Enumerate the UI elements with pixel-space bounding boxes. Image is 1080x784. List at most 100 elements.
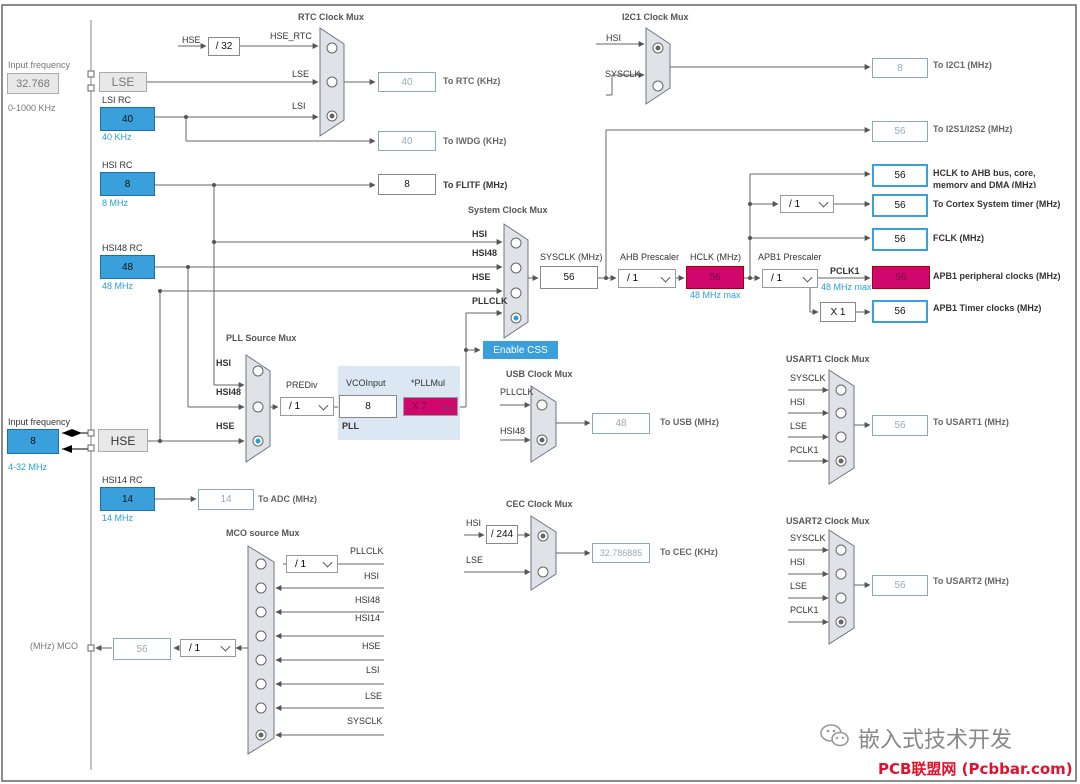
hse-frequency-input[interactable]: 8 bbox=[7, 429, 59, 454]
pllmul-dropdown[interactable]: X 7 bbox=[403, 397, 458, 416]
hsi48-rc-label: HSI48 RC bbox=[102, 243, 143, 253]
pclk1-max-label: 48 MHz max bbox=[821, 282, 872, 292]
usb-output-label: To USB (MHz) bbox=[660, 417, 719, 427]
prediv-dropdown[interactable]: / 1 bbox=[280, 397, 334, 416]
hsi-unit-label: 8 MHz bbox=[102, 198, 129, 208]
hse-range-label: 4-32 MHz bbox=[8, 462, 48, 472]
lsi-rc-label: LSI RC bbox=[102, 95, 132, 105]
mco-out-div-dropdown[interactable]: / 1 bbox=[180, 639, 236, 657]
apb1-periph-value-box[interactable]: 56 bbox=[872, 266, 930, 289]
lsi-unit-label: 40 KHz bbox=[102, 132, 132, 142]
hclk-ahb-label-line2: memory and DMA (MHz) bbox=[933, 180, 1037, 188]
lsi-value-box[interactable]: 40 bbox=[100, 107, 155, 131]
mco-hsi-label: HSI bbox=[364, 571, 380, 581]
lse-frequency-input[interactable]: 32.768 bbox=[7, 73, 59, 94]
enable-css-button[interactable]: Enable CSS bbox=[483, 341, 558, 359]
usart2-hsi-label: HSI bbox=[790, 557, 806, 567]
mco-sysclk-label: SYSCLK bbox=[347, 716, 383, 726]
rtc-hse-rtc-label: HSE_RTC bbox=[270, 31, 312, 41]
usart1-mux-title: USART1 Clock Mux bbox=[786, 354, 870, 364]
cec-div244-box: / 244 bbox=[486, 525, 518, 544]
fclk-label: FCLK (MHz) bbox=[933, 233, 984, 243]
site-watermark-text: PCB联盟网 (Pcbbar.com) bbox=[878, 760, 1073, 778]
cec-lse-label: LSE bbox=[466, 555, 484, 565]
cortex-div-value: / 1 bbox=[789, 198, 801, 210]
i2s-output-value: 56 bbox=[872, 121, 928, 142]
cortex-timer-value-box[interactable]: 56 bbox=[872, 194, 928, 217]
usart1-hsi-label: HSI bbox=[790, 397, 806, 407]
hclk-max-label: 48 MHz max bbox=[690, 290, 741, 300]
usart1-output-label: To USART1 (MHz) bbox=[933, 417, 1009, 427]
ahb-prescaler-label: AHB Prescaler bbox=[620, 252, 680, 262]
pclk1-label: PCLK1 bbox=[830, 266, 860, 276]
sysmux-pllclk-label: PLLCLK bbox=[472, 296, 508, 306]
sysmux-hse-label: HSE bbox=[472, 272, 491, 282]
sysmux-hsi-label: HSI bbox=[472, 229, 488, 239]
hsi48-value-box[interactable]: 48 bbox=[100, 255, 155, 279]
rtc-lsi-label: LSI bbox=[292, 101, 306, 111]
mco-lse-label: LSE bbox=[365, 691, 383, 701]
apb1-prescaler-label: APB1 Prescaler bbox=[758, 252, 822, 262]
hse-input-frequency-label: Input frequency bbox=[8, 417, 71, 427]
flitf-output-value: 8 bbox=[378, 174, 436, 195]
hclk-label: HCLK (MHz) bbox=[690, 252, 741, 262]
usart2-sysclk-label: SYSCLK bbox=[790, 533, 826, 543]
rtc-hse-div32-box: / 32 bbox=[208, 37, 240, 56]
chevron-down-icon bbox=[802, 272, 813, 283]
lse-input-frequency-label: Input frequency bbox=[8, 60, 71, 70]
rtc-hse-input-label: HSE bbox=[182, 35, 201, 45]
hclk-ahb-label-line1: HCLK to AHB bus, core, bbox=[933, 168, 1036, 178]
mco-mux bbox=[247, 545, 275, 755]
hsi14-value-box[interactable]: 14 bbox=[100, 487, 155, 511]
hclk-value-box[interactable]: 56 bbox=[686, 266, 744, 289]
ahb-prescaler-dropdown[interactable]: / 1 bbox=[618, 269, 676, 288]
prediv-value: / 1 bbox=[289, 401, 301, 412]
ahb-prescaler-value: / 1 bbox=[627, 273, 639, 284]
fclk-value-box[interactable]: 56 bbox=[872, 228, 928, 251]
mco-hsi48-label: HSI48 bbox=[355, 595, 381, 605]
pllmul-value: X 7 bbox=[412, 401, 428, 412]
apb1-prescaler-dropdown[interactable]: / 1 bbox=[762, 269, 818, 288]
sysclk-value-box[interactable]: 56 bbox=[540, 266, 598, 289]
pll-hsi-label: HSI bbox=[216, 358, 232, 368]
cec-output-label: To CEC (KHz) bbox=[660, 547, 718, 557]
hsi-value-box[interactable]: 8 bbox=[100, 172, 155, 196]
pll-hsi48-label: HSI48 bbox=[216, 387, 242, 397]
i2c1-mux bbox=[645, 27, 671, 105]
clock-tree-diagram bbox=[1, 4, 1077, 782]
cec-hsi-label: HSI bbox=[466, 518, 482, 528]
hclk-ahb-value-box[interactable]: 56 bbox=[872, 164, 928, 187]
lse-range-label: 0-1000 KHz bbox=[8, 103, 56, 113]
mco-out-div-value: / 1 bbox=[189, 642, 201, 654]
usb-hsi48-label: HSI48 bbox=[500, 426, 526, 436]
mco-mux-title: MCO source Mux bbox=[226, 528, 300, 538]
usart1-sysclk-label: SYSCLK bbox=[790, 373, 826, 383]
apb1-prescaler-value: / 1 bbox=[771, 273, 783, 284]
cortex-div-dropdown[interactable]: / 1 bbox=[780, 195, 834, 213]
lse-source-box: LSE bbox=[99, 72, 147, 92]
i2c1-output-label: To I2C1 (MHz) bbox=[933, 60, 992, 70]
vco-input-value[interactable]: 8 bbox=[339, 395, 397, 418]
chevron-down-icon bbox=[220, 641, 231, 652]
sysclk-label: SYSCLK (MHz) bbox=[540, 252, 603, 262]
adc-output-label: To ADC (MHz) bbox=[258, 494, 317, 504]
mco-hsi14-label: HSI14 bbox=[355, 613, 381, 623]
mco-pll-div-dropdown[interactable]: / 1 bbox=[286, 555, 338, 573]
apb1-timer-label: APB1 Timer clocks (MHz) bbox=[933, 303, 1042, 313]
hse-source-box: HSE bbox=[98, 429, 148, 452]
wechat-icon bbox=[820, 722, 850, 750]
mco-pllclk-label: PLLCLK bbox=[350, 546, 384, 556]
pll-source-mux-title: PLL Source Mux bbox=[226, 333, 297, 343]
usart1-lse-label: LSE bbox=[790, 421, 808, 431]
i2c1-mux-title: I2C1 Clock Mux bbox=[622, 12, 689, 22]
iwdg-output-value: 40 bbox=[378, 131, 436, 151]
apb1-timer-value-box[interactable]: 56 bbox=[872, 300, 928, 323]
mco-hse-label: HSE bbox=[362, 641, 381, 651]
mco-lsi-label: LSI bbox=[366, 665, 380, 675]
cortex-timer-label: To Cortex System timer (MHz) bbox=[933, 199, 1061, 209]
mco-output-label: (MHz) MCO bbox=[30, 641, 78, 651]
vco-input-label: VCOInput bbox=[346, 378, 386, 388]
usart2-output-value: 56 bbox=[872, 575, 928, 596]
hclk-ahb-label-line2-clip: memory and DMA (MHz) bbox=[933, 180, 1036, 188]
chevron-down-icon bbox=[660, 272, 671, 283]
